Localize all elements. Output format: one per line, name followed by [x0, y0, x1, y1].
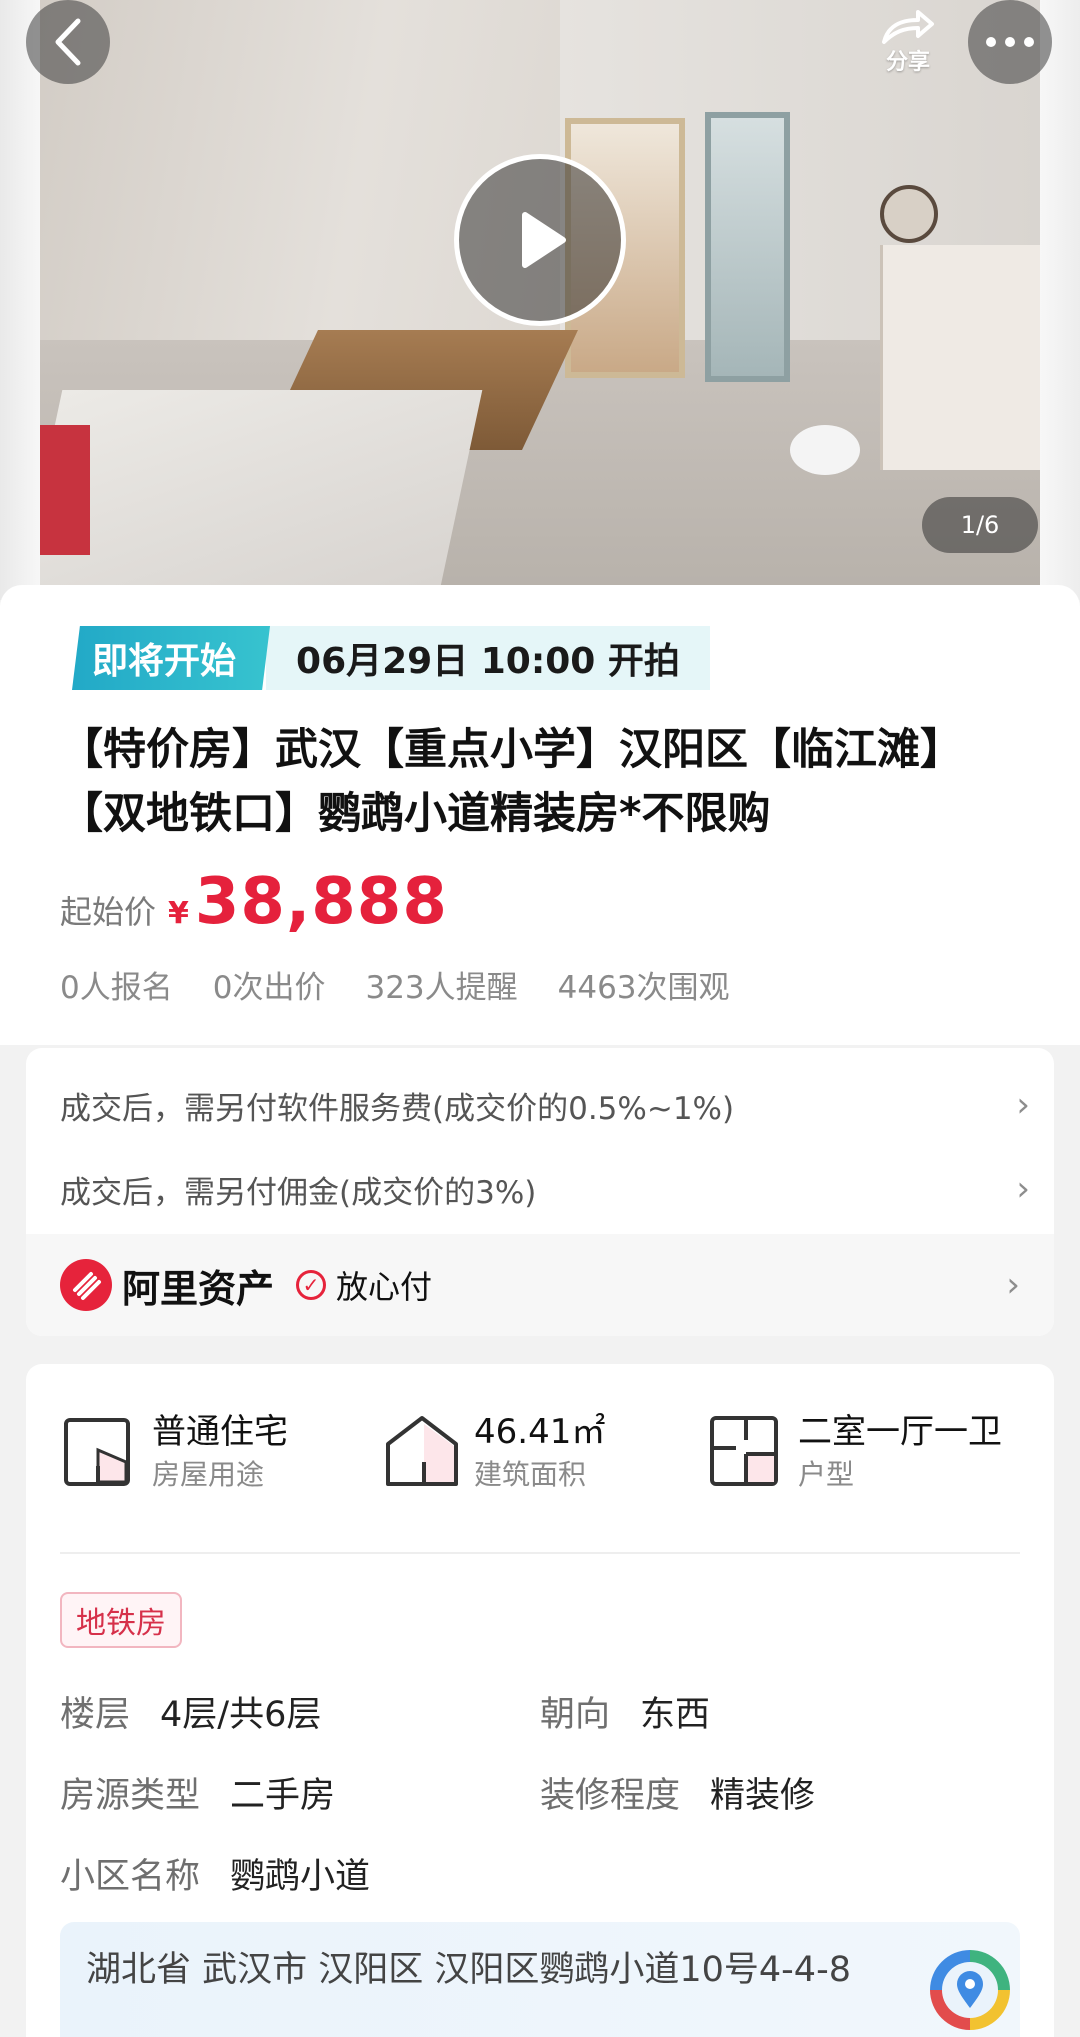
- attr-source-type: 房源类型 二手房: [60, 1767, 335, 1818]
- auction-stats: 0人报名 0次出价 323人提醒 4463次围观: [60, 962, 770, 1007]
- floorplan-icon: [710, 1416, 778, 1486]
- currency-symbol: ¥: [168, 896, 189, 931]
- safe-pay-label: 放心付: [336, 1268, 433, 1306]
- listing-photo[interactable]: 1/6: [0, 0, 1080, 600]
- location-pin-icon: [957, 1971, 983, 2008]
- more-icon: [986, 37, 1034, 47]
- spec-area-value: 46.41㎡: [474, 1412, 606, 1452]
- spec-layout-label: 户型: [798, 1458, 855, 1491]
- map-location-icon[interactable]: [930, 1950, 1010, 2030]
- attr-source-type-key: 房源类型: [60, 1776, 201, 1816]
- fee-card: 成交后，需另付软件服务费(成交价的0.5%~1%) › 成交后，需另付佣金(成交…: [26, 1048, 1054, 1336]
- commission-text: 成交后，需另付佣金(成交价的3%): [60, 1174, 537, 1211]
- photo-stool: [790, 425, 860, 475]
- price-label: 起始价: [60, 893, 157, 931]
- attr-community: 小区名称 鹦鹉小道: [60, 1848, 370, 1899]
- spec-layout-value: 二室一厅一卫: [798, 1412, 1002, 1452]
- price-row: 起始价 ¥ 38,888: [60, 865, 448, 939]
- stat-registered: 0人报名: [60, 970, 173, 1006]
- spec-usage-label: 房屋用途: [152, 1458, 265, 1491]
- share-label: 分享: [885, 50, 930, 75]
- photo-mirror: [880, 185, 938, 243]
- address-text: 湖北省 武汉市 汉阳区 汉阳区鹦鹉小道10号4-4-8: [86, 1950, 851, 1990]
- attr-floor: 楼层 4层/共6层: [60, 1686, 321, 1737]
- photo-glass-door: [705, 112, 790, 382]
- attr-decoration: 装修程度 精装修: [540, 1767, 815, 1818]
- check-circle-icon: ✓: [296, 1270, 327, 1300]
- attr-source-type-value: 二手房: [230, 1776, 336, 1816]
- spec-usage: 普通住宅 房屋用途: [60, 1410, 288, 1496]
- house-usage-icon: [64, 1418, 130, 1486]
- attr-decoration-value: 精装修: [710, 1776, 816, 1816]
- house-area-icon: [386, 1416, 458, 1486]
- photo-counter: 1/6: [922, 497, 1038, 553]
- attr-decoration-key: 装修程度: [540, 1776, 681, 1816]
- photo-cabinet: [880, 245, 1040, 470]
- attr-floor-key: 楼层: [60, 1695, 131, 1735]
- attr-orientation-key: 朝向: [540, 1695, 611, 1735]
- listing-title: 【特价房】武汉【重点小学】汉阳区【临江滩】【双地铁口】鹦鹉小道精装房*不限购: [60, 725, 942, 839]
- status-badge: 即将开始: [72, 626, 271, 690]
- spec-layout: 二室一厅一卫 户型: [706, 1410, 1002, 1496]
- spec-usage-value: 普通住宅: [152, 1412, 288, 1452]
- chevron-left-icon: [55, 18, 81, 66]
- play-video-button[interactable]: [454, 154, 626, 326]
- share-button[interactable]: 分享: [862, 0, 954, 84]
- stat-bids: 0次出价: [212, 970, 326, 1006]
- attr-community-value: 鹦鹉小道: [230, 1857, 371, 1897]
- photo-edge: [0, 0, 40, 600]
- service-fee-text: 成交后，需另付软件服务费(成交价的0.5%~1%): [60, 1090, 735, 1127]
- auction-start-time: 06月29日 10:00 开拍: [266, 626, 710, 690]
- auction-status-row: 即将开始 06月29日 10:00 开拍: [72, 626, 710, 690]
- attr-orientation-value: 东西: [640, 1695, 711, 1735]
- attr-orientation: 朝向 东西: [540, 1686, 710, 1737]
- chevron-right-icon: ›: [1016, 1085, 1030, 1125]
- photo-red-box: [40, 425, 90, 555]
- commission-row[interactable]: 成交后，需另付佣金(成交价的3%) ›: [60, 1154, 1030, 1224]
- ali-assets-logo-icon: [60, 1259, 112, 1311]
- play-icon: [522, 212, 566, 268]
- chevron-right-icon: ›: [1016, 1169, 1030, 1209]
- metro-tag: 地铁房: [60, 1592, 182, 1648]
- spec-area: 46.41㎡ 建筑面积: [382, 1410, 605, 1496]
- platform-brand: 阿里资产: [122, 1266, 275, 1311]
- share-icon: [882, 10, 934, 44]
- divider: [60, 1552, 1020, 1554]
- stat-reminders: 323人提醒: [365, 970, 518, 1006]
- safe-pay-row[interactable]: 阿里资产 ✓ 放心付 ›: [26, 1234, 1054, 1336]
- attr-community-key: 小区名称: [60, 1857, 201, 1897]
- photo-edge: [1040, 0, 1080, 600]
- stat-views: 4463次围观: [557, 970, 730, 1006]
- service-fee-row[interactable]: 成交后，需另付软件服务费(成交价的0.5%~1%) ›: [60, 1070, 1030, 1140]
- more-button[interactable]: [968, 0, 1052, 84]
- back-button[interactable]: [26, 0, 110, 84]
- starting-price: 38,888: [194, 865, 448, 939]
- attr-floor-value: 4层/共6层: [160, 1695, 322, 1735]
- spec-area-label: 建筑面积: [474, 1458, 587, 1491]
- chevron-right-icon: ›: [1006, 1265, 1020, 1305]
